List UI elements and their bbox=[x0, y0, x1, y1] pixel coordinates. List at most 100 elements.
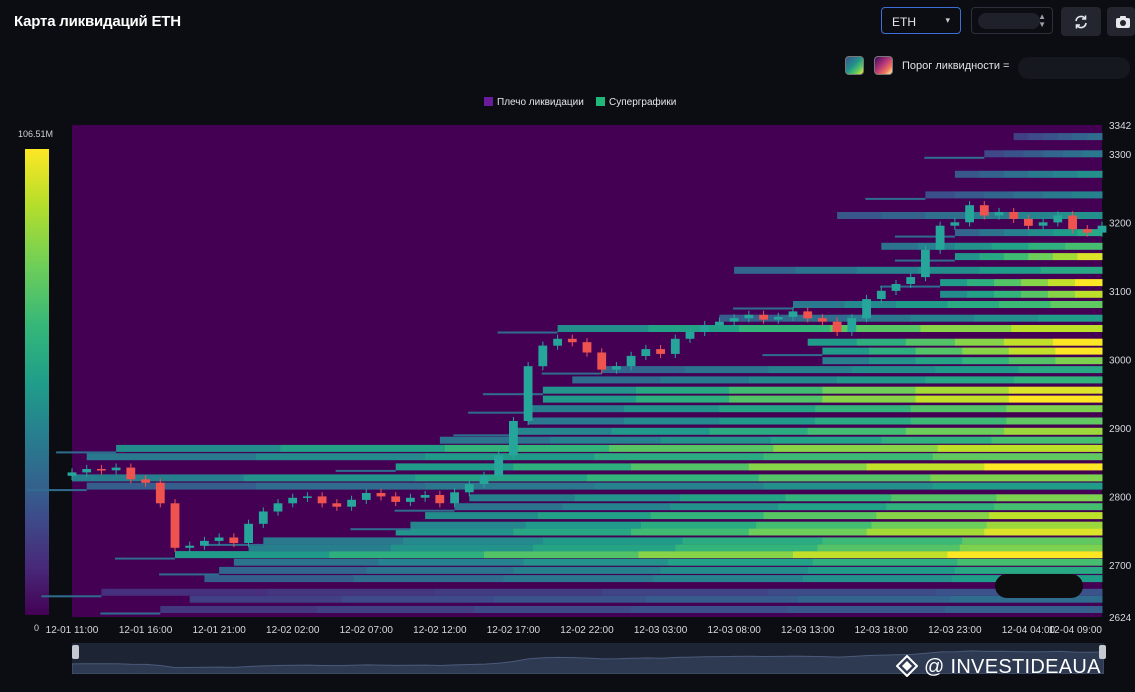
candle-body bbox=[494, 455, 504, 476]
liquidation-band bbox=[797, 595, 951, 603]
candle-body bbox=[170, 503, 180, 548]
liquidation-band bbox=[219, 566, 367, 574]
liquidation-band bbox=[984, 191, 1015, 199]
liquidation-band bbox=[175, 551, 330, 559]
candle-body bbox=[656, 349, 665, 354]
liquidation-band bbox=[86, 453, 257, 461]
liquidation-band bbox=[896, 301, 948, 308]
liquidation-band bbox=[763, 512, 877, 520]
candle-body bbox=[818, 318, 827, 322]
liquidation-band bbox=[969, 212, 1015, 219]
candle-body bbox=[538, 345, 548, 367]
liquidation-band bbox=[795, 266, 858, 274]
liquidation-band bbox=[255, 453, 426, 461]
liquidation-band bbox=[1072, 191, 1103, 199]
candle-body bbox=[788, 311, 798, 317]
liquidation-band bbox=[425, 512, 539, 520]
candle-body bbox=[567, 338, 577, 343]
liquidation-band bbox=[945, 606, 1103, 613]
liquidation-band bbox=[1008, 357, 1056, 365]
liquidation-band bbox=[513, 463, 632, 471]
liquidation-band bbox=[817, 544, 961, 552]
liquidation-band bbox=[1013, 191, 1044, 199]
candle-body bbox=[876, 290, 886, 299]
liquidation-band bbox=[937, 444, 1103, 452]
liquidation-band bbox=[807, 427, 907, 435]
liquidation-band bbox=[611, 427, 711, 435]
liquidation-band bbox=[410, 521, 527, 529]
candle-body bbox=[1053, 215, 1063, 223]
liquidation-band bbox=[871, 521, 988, 529]
candle-body bbox=[935, 225, 945, 250]
liquidation-band bbox=[905, 427, 1005, 435]
liquidation-band bbox=[979, 229, 1005, 237]
liquidation-band bbox=[954, 170, 980, 178]
liquidation-heatmap[interactable]: 2624 2700 2800 2900 3000 3100 3200 3300 3342 12-… bbox=[0, 0, 1135, 692]
candle-body bbox=[82, 469, 92, 473]
liquidation-band bbox=[636, 395, 730, 403]
liquidation-band bbox=[925, 191, 956, 199]
liquidation-band bbox=[954, 229, 980, 237]
candle-body bbox=[450, 492, 459, 504]
liquidation-band bbox=[233, 558, 380, 566]
y-tick-label: 3000 bbox=[1109, 355, 1132, 366]
liquidation-band bbox=[1003, 338, 1054, 346]
liquidation-band-tail bbox=[497, 331, 558, 334]
liquidation-band bbox=[886, 503, 995, 511]
heatmap-plot-area bbox=[26, 125, 1103, 617]
candle-body bbox=[862, 299, 871, 319]
liquidation-band bbox=[636, 386, 730, 394]
liquidation-band bbox=[967, 290, 995, 298]
y-tick-label: 2800 bbox=[1109, 492, 1132, 503]
liquidation-band bbox=[1075, 279, 1103, 287]
candle-body bbox=[1068, 215, 1077, 230]
liquidation-band bbox=[1006, 417, 1103, 425]
liquidation-band bbox=[280, 444, 446, 452]
liquidation-band bbox=[994, 290, 1022, 298]
liquidation-band-tail bbox=[41, 595, 102, 598]
liquidation-band bbox=[957, 558, 1103, 566]
liquidation-band bbox=[1040, 266, 1103, 274]
liquidation-band bbox=[812, 558, 958, 566]
liquidation-band bbox=[920, 325, 1012, 332]
candle-body bbox=[582, 342, 592, 353]
liquidation-band bbox=[601, 588, 769, 596]
liquidation-band bbox=[815, 405, 912, 413]
liquidation-band bbox=[503, 575, 654, 583]
liquidation-band bbox=[986, 521, 1103, 529]
liquidation-band bbox=[954, 253, 980, 261]
candle-body bbox=[950, 222, 960, 226]
candle-body bbox=[626, 355, 636, 367]
candle-body bbox=[258, 511, 268, 524]
liquidation-band bbox=[866, 463, 985, 471]
liquidation-band bbox=[587, 474, 760, 482]
liquidation-band bbox=[768, 366, 853, 374]
candle-body bbox=[891, 284, 901, 291]
liquidation-band-tail bbox=[394, 509, 455, 512]
liquidation-band bbox=[513, 427, 612, 435]
liquidation-band bbox=[807, 338, 858, 346]
candle-body bbox=[1009, 212, 1019, 219]
candle-body bbox=[67, 472, 77, 476]
liquidation-band bbox=[645, 595, 799, 603]
x-tick-label: 12-01 16:00 bbox=[119, 625, 173, 636]
liquidation-band bbox=[648, 325, 740, 332]
liquidation-band bbox=[1053, 170, 1078, 178]
candle-body bbox=[832, 321, 842, 332]
candle-body bbox=[141, 479, 150, 483]
candle-body bbox=[406, 497, 415, 502]
liquidation-band bbox=[756, 521, 872, 529]
candle-body bbox=[1024, 218, 1033, 226]
liquidation-band bbox=[513, 566, 661, 574]
x-tick-label: 12-01 11:00 bbox=[46, 625, 99, 636]
navigator-left-handle[interactable] bbox=[72, 645, 79, 659]
liquidation-band bbox=[910, 417, 1007, 425]
liquidation-band bbox=[1043, 150, 1064, 158]
liquidation-band bbox=[204, 575, 355, 583]
liquidation-band bbox=[991, 242, 1029, 250]
liquidation-band bbox=[439, 436, 551, 444]
liquidation-band bbox=[444, 444, 610, 452]
liquidation-band bbox=[739, 325, 831, 332]
liquidation-band bbox=[1057, 212, 1103, 219]
liquidation-band bbox=[1003, 229, 1029, 237]
